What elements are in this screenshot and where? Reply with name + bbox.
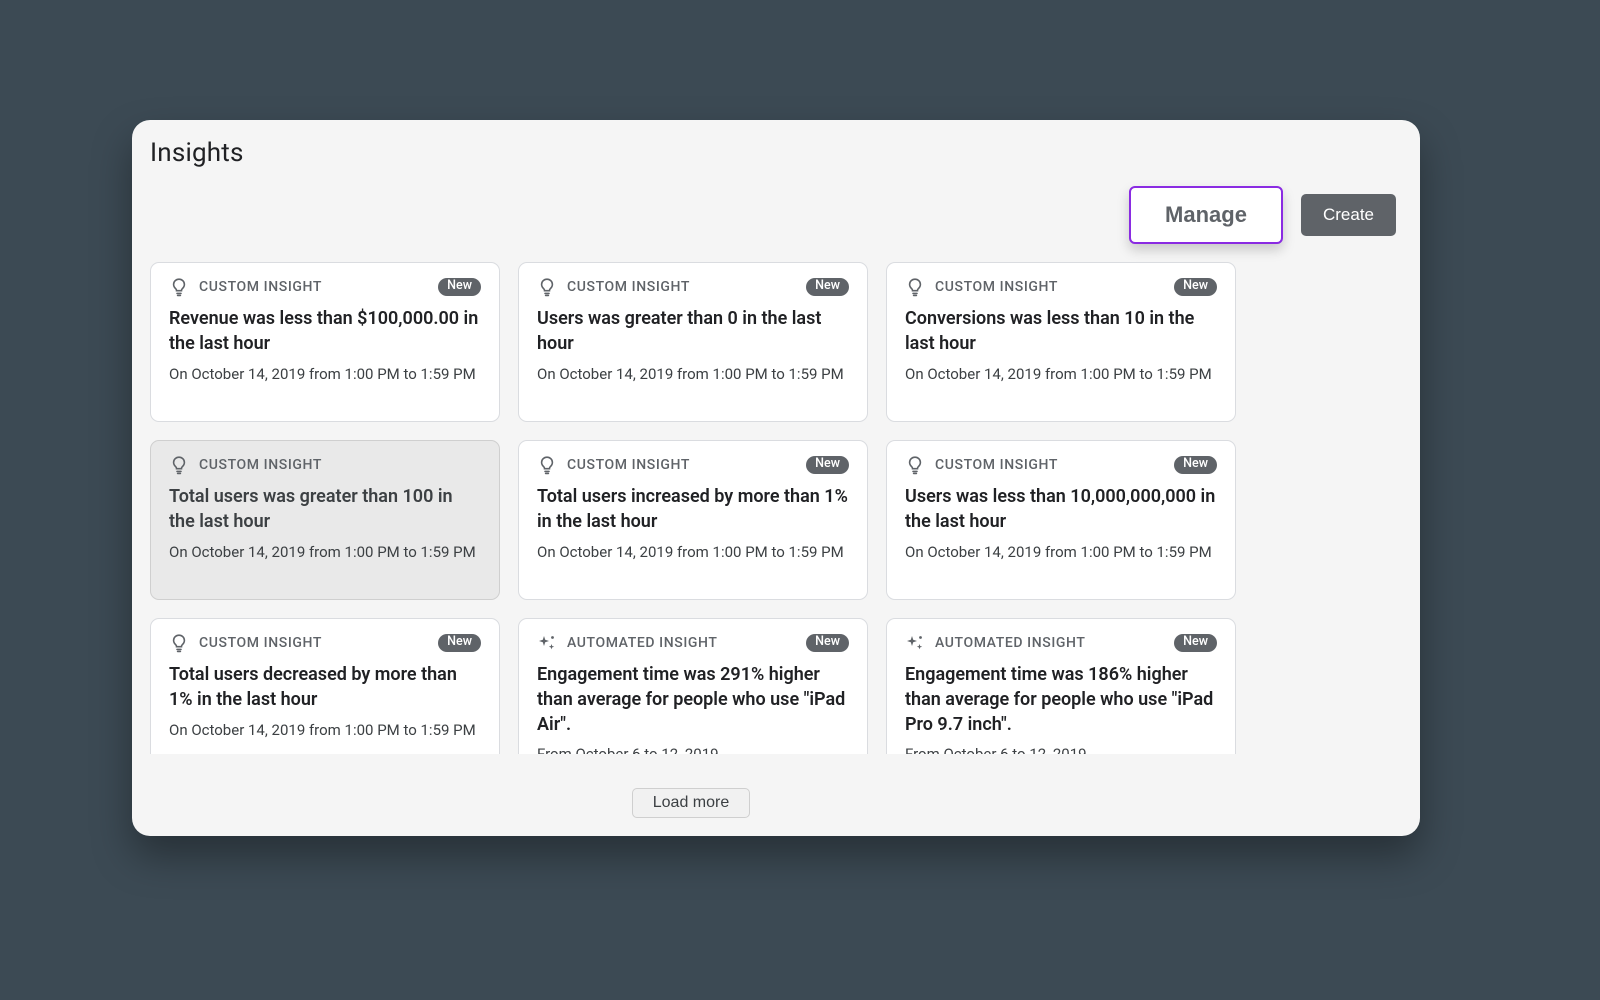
- card-type-label: CUSTOM INSIGHT: [567, 457, 690, 473]
- card-head-left: CUSTOM INSIGHT: [169, 633, 322, 653]
- card-head-left: CUSTOM INSIGHT: [905, 455, 1058, 475]
- card-type-label: AUTOMATED INSIGHT: [935, 635, 1086, 651]
- card-title: Engagement time was 186% higher than ave…: [905, 663, 1217, 737]
- load-more-wrap: Load more: [132, 788, 1250, 818]
- card-head: AUTOMATED INSIGHT New: [537, 633, 849, 653]
- card-head: CUSTOM INSIGHT New: [537, 277, 849, 297]
- card-head: CUSTOM INSIGHT New: [537, 455, 849, 475]
- card-timestamp: On October 14, 2019 from 1:00 PM to 1:59…: [905, 365, 1217, 385]
- insight-card[interactable]: CUSTOM INSIGHT New Users was greater than …: [518, 262, 868, 422]
- insight-card[interactable]: CUSTOM INSIGHT New Revenue was less than $…: [150, 262, 500, 422]
- lightbulb-icon: [537, 455, 557, 475]
- lightbulb-icon: [169, 455, 189, 475]
- lightbulb-icon: [169, 277, 189, 297]
- card-title: Revenue was less than $100,000.00 in the…: [169, 307, 481, 357]
- card-title: Total users was greater than 100 in the …: [169, 485, 481, 535]
- new-badge: New: [1174, 278, 1217, 296]
- card-head: CUSTOM INSIGHT New: [169, 277, 481, 297]
- card-title: Users was less than 10,000,000,000 in th…: [905, 485, 1217, 535]
- card-timestamp: From October 6 to 12, 2019: [537, 745, 849, 754]
- card-type-label: CUSTOM INSIGHT: [935, 457, 1058, 473]
- card-timestamp: On October 14, 2019 from 1:00 PM to 1:59…: [169, 543, 481, 563]
- card-type-label: CUSTOM INSIGHT: [199, 279, 322, 295]
- lightbulb-icon: [537, 277, 557, 297]
- insight-card[interactable]: AUTOMATED INSIGHT New Engagement time was …: [886, 618, 1236, 754]
- card-head: CUSTOM INSIGHT: [169, 455, 481, 475]
- card-title: Users was greater than 0 in the last hou…: [537, 307, 849, 357]
- card-title: Total users increased by more than 1% in…: [537, 485, 849, 535]
- card-title: Engagement time was 291% higher than ave…: [537, 663, 849, 737]
- sparkle-icon: [537, 633, 557, 653]
- card-timestamp: On October 14, 2019 from 1:00 PM to 1:59…: [537, 543, 849, 563]
- new-badge: New: [806, 634, 849, 652]
- card-type-label: CUSTOM INSIGHT: [567, 279, 690, 295]
- create-button[interactable]: Create: [1301, 194, 1396, 236]
- new-badge: New: [806, 456, 849, 474]
- load-more-button[interactable]: Load more: [632, 788, 751, 818]
- lightbulb-icon: [905, 277, 925, 297]
- new-badge: New: [806, 278, 849, 296]
- card-timestamp: On October 14, 2019 from 1:00 PM to 1:59…: [169, 721, 481, 741]
- card-head: CUSTOM INSIGHT New: [905, 455, 1217, 475]
- sparkle-icon: [905, 633, 925, 653]
- card-timestamp: On October 14, 2019 from 1:00 PM to 1:59…: [169, 365, 481, 385]
- card-head-left: CUSTOM INSIGHT: [169, 277, 322, 297]
- card-type-label: CUSTOM INSIGHT: [199, 457, 322, 473]
- insight-card[interactable]: CUSTOM INSIGHT Total users was greater th…: [150, 440, 500, 600]
- card-timestamp: From October 6 to 12, 2019: [905, 745, 1217, 754]
- card-head: AUTOMATED INSIGHT New: [905, 633, 1217, 653]
- insight-card[interactable]: AUTOMATED INSIGHT New Engagement time was …: [518, 618, 868, 754]
- card-timestamp: On October 14, 2019 from 1:00 PM to 1:59…: [905, 543, 1217, 563]
- card-head-left: CUSTOM INSIGHT: [537, 455, 690, 475]
- card-head-left: AUTOMATED INSIGHT: [905, 633, 1086, 653]
- manage-button[interactable]: Manage: [1129, 186, 1283, 244]
- card-type-label: AUTOMATED INSIGHT: [567, 635, 718, 651]
- new-badge: New: [1174, 456, 1217, 474]
- insight-grid: CUSTOM INSIGHT New Revenue was less than $…: [150, 262, 1250, 754]
- insight-card[interactable]: CUSTOM INSIGHT New Users was less than 10,…: [886, 440, 1236, 600]
- card-head-left: CUSTOM INSIGHT: [537, 277, 690, 297]
- page-title: Insights: [150, 138, 244, 168]
- header-actions: Manage Create: [1129, 186, 1396, 244]
- card-head-left: AUTOMATED INSIGHT: [537, 633, 718, 653]
- card-head-left: CUSTOM INSIGHT: [169, 455, 322, 475]
- card-title: Total users decreased by more than 1% in…: [169, 663, 481, 713]
- card-timestamp: On October 14, 2019 from 1:00 PM to 1:59…: [537, 365, 849, 385]
- insight-card[interactable]: CUSTOM INSIGHT New Total users decreased b…: [150, 618, 500, 754]
- card-type-label: CUSTOM INSIGHT: [199, 635, 322, 651]
- new-badge: New: [1174, 634, 1217, 652]
- lightbulb-icon: [905, 455, 925, 475]
- insight-card[interactable]: CUSTOM INSIGHT New Total users increased b…: [518, 440, 868, 600]
- new-badge: New: [438, 634, 481, 652]
- card-head: CUSTOM INSIGHT New: [905, 277, 1217, 297]
- card-type-label: CUSTOM INSIGHT: [935, 279, 1058, 295]
- lightbulb-icon: [169, 633, 189, 653]
- card-head-left: CUSTOM INSIGHT: [905, 277, 1058, 297]
- insights-panel: Insights Manage Create CUSTOM INSIGHT New…: [132, 120, 1420, 836]
- insight-card[interactable]: CUSTOM INSIGHT New Conversions was less th…: [886, 262, 1236, 422]
- card-head: CUSTOM INSIGHT New: [169, 633, 481, 653]
- new-badge: New: [438, 278, 481, 296]
- card-title: Conversions was less than 10 in the last…: [905, 307, 1217, 357]
